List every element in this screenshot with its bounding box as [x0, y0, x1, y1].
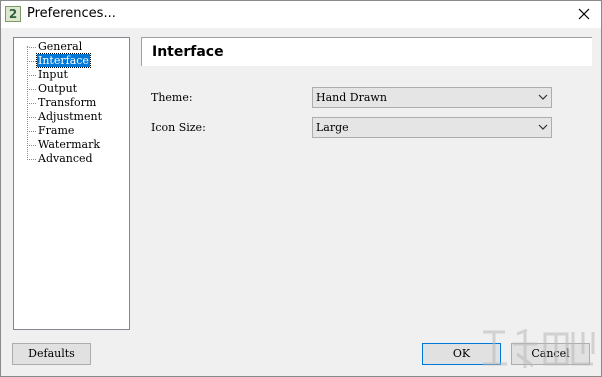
theme-label: Theme:: [151, 91, 193, 104]
tree-item-label: Frame: [38, 124, 75, 137]
tree-connector: [27, 61, 36, 62]
tree-item-label: Watermark: [38, 138, 101, 151]
tree-item-label: Advanced: [38, 152, 93, 165]
tree-connector: [27, 145, 36, 146]
tree-item-advanced[interactable]: Advanced: [14, 152, 129, 166]
close-button[interactable]: [575, 5, 593, 23]
theme-select-value: Hand Drawn: [316, 91, 387, 104]
chevron-down-icon: [538, 124, 548, 130]
defaults-button[interactable]: Defaults: [12, 343, 91, 365]
tree-item-output[interactable]: Output: [14, 82, 129, 96]
tree-connector: [27, 131, 36, 132]
tree-connector: [27, 47, 36, 48]
category-tree[interactable]: General Interface Input Output Transform…: [13, 37, 130, 330]
ok-button[interactable]: OK: [422, 343, 501, 365]
theme-select[interactable]: Hand Drawn: [312, 87, 552, 108]
tree-item-input[interactable]: Input: [14, 68, 129, 82]
tree-item-label: General: [38, 40, 83, 53]
tree-item-interface[interactable]: Interface: [14, 53, 129, 68]
window-title: Preferences...: [27, 6, 116, 21]
chevron-down-icon: [538, 94, 548, 100]
tree-item-frame[interactable]: Frame: [14, 124, 129, 138]
icon-size-label: Icon Size:: [151, 121, 206, 134]
tree-connector: [27, 159, 36, 160]
settings-panel: Interface Theme: Hand Drawn Icon Size: L…: [141, 37, 593, 330]
tree-item-watermark[interactable]: Watermark: [14, 138, 129, 152]
close-icon: [578, 8, 590, 20]
tree-item-transform[interactable]: Transform: [14, 96, 129, 110]
icon-size-select-value: Large: [316, 121, 349, 134]
tree-item-label: Transform: [38, 96, 97, 109]
tree-item-label: Output: [38, 82, 78, 95]
panel-title: Interface: [152, 44, 224, 60]
icon-size-select[interactable]: Large: [312, 117, 552, 138]
tree-item-general[interactable]: General: [14, 40, 129, 54]
tree-connector: [27, 117, 36, 118]
tree-item-label: Input: [38, 68, 68, 81]
title-bar: 2 Preferences...: [1, 1, 601, 28]
tree-connector: [27, 75, 36, 76]
cancel-button[interactable]: Cancel: [511, 343, 590, 365]
tree-item-adjustment[interactable]: Adjustment: [14, 110, 129, 124]
app-icon: 2: [5, 6, 21, 22]
tree-connector: [27, 103, 36, 104]
tree-connector: [27, 89, 36, 90]
tree-item-label: Interface: [36, 53, 91, 68]
tree-item-label: Adjustment: [38, 110, 102, 123]
panel-header: Interface: [141, 37, 592, 66]
preferences-dialog: 2 Preferences... General Interface Input…: [0, 0, 602, 377]
